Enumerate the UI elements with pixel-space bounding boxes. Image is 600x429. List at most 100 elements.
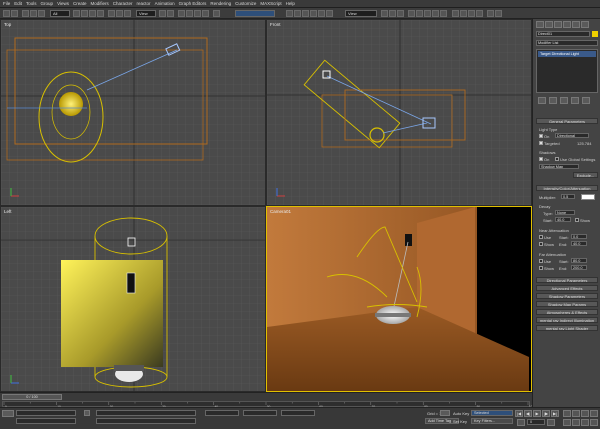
current-frame-field[interactable]: 0 — [527, 419, 545, 425]
object-color-swatch[interactable] — [592, 31, 598, 37]
display-icon[interactable] — [468, 10, 475, 17]
light-color-swatch[interactable] — [581, 194, 595, 200]
menu-views[interactable]: Views — [57, 1, 69, 6]
view-dropdown[interactable]: View — [345, 10, 377, 17]
align-icon[interactable] — [294, 10, 301, 17]
reference-coordinate-dropdown[interactable]: View — [136, 10, 156, 17]
rollout-general-parameters[interactable]: General Parameters — [536, 118, 598, 124]
light-type-dropdown[interactable]: Directional — [555, 133, 589, 138]
pin-stack-icon[interactable] — [538, 97, 546, 104]
time-slider[interactable]: 0 / 100 — [2, 394, 62, 400]
rollout-advanced-effects[interactable]: Advanced Effects — [536, 285, 598, 291]
window-crossing-icon[interactable] — [97, 10, 104, 17]
selected-dropdown[interactable]: Selected — [471, 410, 513, 416]
hierarchy-icon[interactable] — [452, 10, 459, 17]
create-tab-icon[interactable] — [536, 21, 544, 28]
x-coordinate-field[interactable] — [205, 410, 239, 416]
named-selection-sets-dropdown[interactable] — [235, 10, 275, 17]
viewport-label[interactable]: Front — [270, 22, 281, 27]
far-show-checkbox[interactable] — [539, 266, 543, 270]
set-key-button[interactable]: Set Key — [453, 419, 467, 424]
bind-space-warp-icon[interactable] — [38, 10, 45, 17]
viewport-front[interactable]: Front — [266, 19, 532, 206]
rollout-mental-ray-light-shader[interactable]: mental ray Light Shader — [536, 325, 598, 331]
far-start-field[interactable]: 80.0 — [571, 258, 587, 263]
targeted-checkbox[interactable] — [539, 141, 543, 145]
use-global-settings-checkbox[interactable] — [555, 157, 559, 161]
menu-animation[interactable]: Animation — [155, 1, 175, 6]
configure-sets-icon[interactable] — [582, 97, 590, 104]
z-coordinate-field[interactable] — [281, 410, 315, 416]
decay-show-checkbox[interactable] — [575, 218, 579, 222]
viewport-label[interactable]: Camera01 — [270, 209, 291, 214]
light-on-checkbox[interactable] — [539, 134, 543, 138]
stack-item-target-directional-light[interactable]: Target Directional Light — [538, 51, 596, 57]
select-manipulate-icon[interactable] — [167, 10, 174, 17]
quick-render-icon[interactable] — [397, 10, 404, 17]
motion-icon[interactable] — [460, 10, 467, 17]
pan-icon[interactable] — [572, 419, 580, 426]
time-configuration-icon[interactable] — [547, 419, 555, 426]
modify-tab-icon[interactable] — [545, 21, 553, 28]
utilities-icon[interactable] — [476, 10, 483, 17]
viewport-top[interactable]: Top — [0, 19, 266, 206]
menu-group[interactable]: Group — [41, 1, 54, 6]
teapot-icon[interactable] — [495, 10, 502, 17]
render-setup-icon[interactable] — [381, 10, 388, 17]
exclude-button[interactable]: Exclude... — [573, 172, 598, 178]
named-selection-icon[interactable] — [213, 10, 220, 17]
key-filters-button[interactable]: Key Filters... — [471, 418, 513, 424]
axis-xy-icon[interactable] — [440, 10, 447, 17]
axis-y-icon[interactable] — [424, 10, 431, 17]
select-object-icon[interactable] — [73, 10, 80, 17]
undo-icon[interactable] — [3, 10, 10, 17]
near-start-field[interactable]: 0.0 — [571, 234, 587, 239]
selection-filter-dropdown[interactable]: All — [50, 10, 70, 17]
remove-modifier-icon[interactable] — [571, 97, 579, 104]
motion-tab-icon[interactable] — [563, 21, 571, 28]
percent-snap-icon[interactable] — [194, 10, 201, 17]
render-icon[interactable] — [487, 10, 494, 17]
rollout-directional-parameters[interactable]: Directional Parameters — [536, 277, 598, 283]
shadows-on-checkbox[interactable] — [539, 157, 543, 161]
rollout-atmospheres-effects[interactable]: Atmospheres & Effects — [536, 309, 598, 315]
select-rotate-icon[interactable] — [116, 10, 123, 17]
curve-editor-icon[interactable] — [310, 10, 317, 17]
play-icon[interactable]: ▶ — [533, 410, 541, 417]
axis-x-icon[interactable] — [416, 10, 423, 17]
rollout-shadow-parameters[interactable]: Shadow Parameters — [536, 293, 598, 299]
menu-edit[interactable]: Edit — [14, 1, 22, 6]
angle-snap-icon[interactable] — [186, 10, 193, 17]
go-to-end-icon[interactable]: ▶| — [551, 410, 559, 417]
rollout-mental-ray-indirect-illumination[interactable]: mental ray Indirect Illumination — [536, 317, 598, 323]
close-icon[interactable] — [408, 10, 415, 17]
zoom-extents-all-icon[interactable] — [590, 410, 598, 417]
maximize-viewport-icon[interactable] — [590, 419, 598, 426]
layer-manager-icon[interactable] — [302, 10, 309, 17]
y-coordinate-field[interactable] — [243, 410, 277, 416]
field-of-view-icon[interactable] — [563, 419, 571, 426]
link-icon[interactable] — [22, 10, 29, 17]
select-by-name-icon[interactable] — [81, 10, 88, 17]
display-tab-icon[interactable] — [572, 21, 580, 28]
orbit-icon[interactable] — [581, 419, 589, 426]
redo-icon[interactable] — [11, 10, 18, 17]
menu-customize[interactable]: Customize — [235, 1, 256, 6]
key-mode-toggle-icon[interactable] — [517, 419, 525, 426]
lock-selection-icon[interactable] — [84, 410, 90, 416]
maxscript-listener-icon[interactable] — [2, 410, 14, 417]
far-end-field[interactable]: 200.0 — [571, 265, 587, 270]
rollout-intensity-color-attenuation[interactable]: Intensity/Color/Attenuation — [536, 185, 598, 191]
near-show-checkbox[interactable] — [539, 242, 543, 246]
previous-frame-icon[interactable]: ◀| — [524, 410, 532, 417]
maxscript-mini-listener[interactable] — [16, 410, 76, 416]
mirror-icon[interactable] — [286, 10, 293, 17]
menu-reactor[interactable]: reactor — [137, 1, 151, 6]
menu-help[interactable]: Help — [286, 1, 295, 6]
spinner-snap-icon[interactable] — [202, 10, 209, 17]
zoom-all-icon[interactable] — [572, 410, 580, 417]
utilities-tab-icon[interactable] — [581, 21, 589, 28]
decay-type-dropdown[interactable]: None — [555, 210, 575, 215]
menu-rendering[interactable]: Rendering — [210, 1, 231, 6]
viewport-left[interactable]: Left — [0, 206, 266, 392]
